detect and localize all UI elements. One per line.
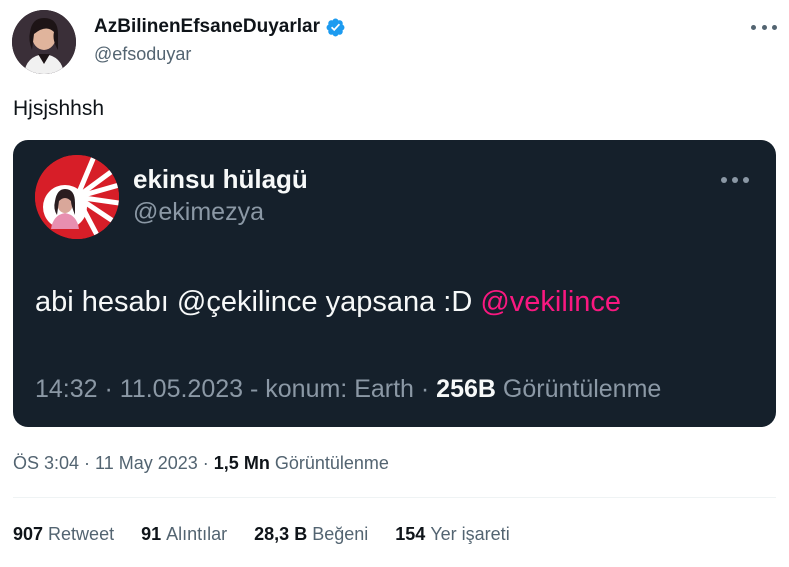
divider	[13, 497, 776, 498]
retweet-stat[interactable]: 907 Retweet	[13, 524, 114, 545]
quoted-mention: @vekilince	[480, 286, 622, 318]
quoted-meta-views-label: Görüntülenme	[502, 375, 662, 403]
quoted-tweet-text: abi hesabı @çekilince yapsana :D @vekili…	[35, 286, 621, 319]
more-options-icon[interactable]	[751, 17, 777, 37]
quoted-tweet-meta: 14:32 · 11.05.2023 - konum: Earth · 256B…	[35, 375, 661, 404]
author-handle[interactable]: @efsoduyar	[94, 44, 191, 65]
quoted-meta-time: 14:32 · 11.05.2023 - konum: Earth ·	[35, 375, 430, 403]
tweet-timestamp[interactable]: ÖS 3:04 · 11 May 2023 ·	[13, 453, 209, 473]
engagement-stats: 907 Retweet 91 Alıntılar 28,3 B Beğeni 154 Y…	[13, 524, 510, 545]
quoted-meta-views-count: 256B	[436, 375, 496, 403]
verified-badge-icon	[326, 18, 345, 36]
likes-stat[interactable]: 28,3 B Beğeni	[254, 524, 368, 545]
embedded-tweet-image[interactable]: ekinsu hülagü @ekimezya abi hesabı @çeki…	[13, 140, 776, 427]
tweet-meta-row: ÖS 3:04 · 11 May 2023 · 1,5 Mn Görüntüle…	[13, 453, 389, 474]
quoted-more-icon	[721, 176, 749, 184]
tweet-text: Hjsjshhsh	[13, 97, 105, 120]
quoted-author-avatar	[35, 155, 119, 239]
views-label: Görüntülenme	[274, 453, 389, 473]
bookmarks-stat[interactable]: 154 Yer işareti	[395, 524, 509, 545]
author-display-name-row[interactable]: AzBilinenEfsaneDuyarlar	[94, 16, 346, 38]
quoted-text-body: abi hesabı @çekilince yapsana :D	[35, 286, 473, 318]
quotes-stat[interactable]: 91 Alıntılar	[141, 524, 227, 545]
author-avatar[interactable]	[12, 10, 76, 74]
views-count: 1,5 Mn	[213, 453, 270, 473]
author-display-name[interactable]: AzBilinenEfsaneDuyarlar	[94, 16, 320, 38]
quoted-author-name: ekinsu hülagü	[133, 164, 308, 194]
quoted-author-handle: @ekimezya	[133, 198, 264, 226]
